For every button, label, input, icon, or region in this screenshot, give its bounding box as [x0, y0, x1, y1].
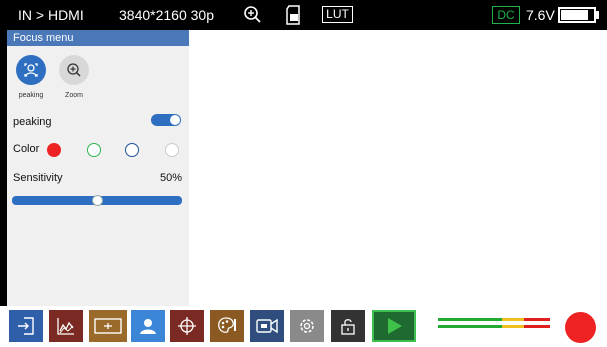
meter-green [438, 318, 502, 321]
peaking-toggle[interactable] [151, 114, 181, 126]
peaking-icon [24, 63, 38, 77]
input-source-label[interactable]: IN > HDMI [18, 7, 84, 23]
sensitivity-label: Sensitivity [13, 172, 63, 184]
input-source-icon [18, 317, 34, 335]
meter-red [524, 318, 550, 321]
color-option-white[interactable] [165, 143, 179, 157]
palette-icon [218, 317, 236, 333]
marker-button[interactable] [89, 310, 127, 342]
lock-icon [341, 319, 355, 335]
meter-yellow [502, 325, 524, 328]
crosshair-icon [178, 317, 196, 335]
video-camera-icon [256, 318, 278, 334]
center-marker-icon [94, 318, 122, 334]
meter-green [438, 325, 502, 328]
color-option-green[interactable] [87, 143, 101, 157]
settings-button[interactable] [290, 310, 324, 342]
battery-level [561, 10, 588, 20]
zoom-icon [67, 63, 81, 77]
color-option-red[interactable] [47, 143, 61, 157]
peaking-label: peaking [13, 116, 52, 128]
power-source-badge: DC [492, 6, 520, 24]
crosshair-button[interactable] [170, 310, 204, 342]
input-button[interactable] [9, 310, 43, 342]
toggle-knob [170, 115, 180, 125]
meter-yellow [502, 318, 524, 321]
sensitivity-slider-handle[interactable] [91, 195, 103, 206]
record-button[interactable] [565, 312, 596, 343]
focus-user-icon [140, 319, 156, 334]
voltage-label: 7.6V [526, 7, 555, 23]
record-mode-button[interactable] [250, 310, 284, 342]
color-palette-button[interactable] [210, 310, 244, 342]
sensitivity-value: 50% [160, 172, 183, 184]
left-edge [0, 30, 7, 347]
play-button[interactable] [372, 310, 416, 342]
battery-icon [558, 7, 596, 23]
color-option-blue[interactable] [125, 143, 139, 157]
battery-tip [596, 11, 599, 19]
panel-title: Focus menu [7, 30, 189, 46]
lut-indicator[interactable]: LUT [322, 6, 353, 23]
sd-card-icon [286, 5, 302, 30]
focus-button[interactable] [131, 310, 165, 342]
status-bar: IN > HDMI 3840*2160 30p LUT DC 7.6V [0, 0, 607, 30]
gear-icon [300, 319, 314, 333]
peaking-mode-button[interactable] [16, 55, 46, 85]
color-label: Color [13, 143, 40, 155]
waveform-button[interactable] [49, 310, 83, 342]
play-icon [388, 318, 402, 334]
peaking-mode-label: peaking [18, 92, 44, 99]
lock-button[interactable] [331, 310, 365, 342]
zoom-mode-label: Zoom [65, 92, 83, 99]
zoom-in-icon[interactable] [243, 5, 263, 30]
meter-red [524, 325, 550, 328]
resolution-label: 3840*2160 30p [119, 7, 214, 23]
zoom-mode-button[interactable] [59, 55, 89, 85]
focus-menu-panel: Focus menu peaking Zoom peaking Color Se… [7, 30, 189, 306]
waveform-icon [57, 318, 74, 335]
